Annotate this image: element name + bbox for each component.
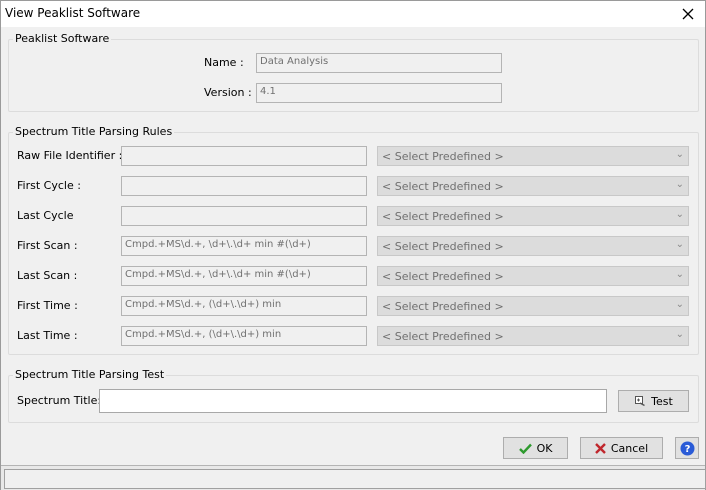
help-icon: ? xyxy=(680,441,694,455)
rule-select-value: < Select Predefined > xyxy=(382,300,504,313)
rule-select-value: < Select Predefined > xyxy=(382,150,504,163)
rule-field-last-cycle[interactable] xyxy=(121,206,367,226)
status-bar xyxy=(1,465,706,490)
window-title: View Peaklist Software xyxy=(5,6,141,20)
rule-select-first-scan[interactable]: < Select Predefined > ⌄ xyxy=(377,236,689,256)
parsing-test-legend: Spectrum Title Parsing Test xyxy=(13,368,167,381)
rule-field-first-time[interactable]: Cmpd.+MS\d.+, (\d+\.\d+) min xyxy=(121,296,367,316)
checkmark-icon xyxy=(518,443,532,454)
chevron-down-icon: ⌄ xyxy=(675,239,684,250)
rule-field-last-time[interactable]: Cmpd.+MS\d.+, (\d+\.\d+) min xyxy=(121,326,367,346)
rule-select-first-cycle[interactable]: < Select Predefined > ⌄ xyxy=(377,176,689,196)
rule-select-value: < Select Predefined > xyxy=(382,240,504,253)
title-bar: View Peaklist Software xyxy=(1,1,705,27)
cancel-x-icon xyxy=(595,442,606,454)
chevron-down-icon: ⌄ xyxy=(675,269,684,280)
ok-button[interactable]: OK xyxy=(503,437,568,459)
rule-field-last-scan[interactable]: Cmpd.+MS\d.+, \d+\.\d+ min #(\d+) xyxy=(121,266,367,286)
rule-select-last-time[interactable]: < Select Predefined > ⌄ xyxy=(377,326,689,346)
version-label: Version : xyxy=(204,86,252,99)
parsing-rules-legend: Spectrum Title Parsing Rules xyxy=(13,125,175,138)
cancel-button-label: Cancel xyxy=(610,441,649,455)
rule-field-raw-file-identifier[interactable] xyxy=(121,146,367,166)
ok-button-label: OK xyxy=(536,441,553,455)
name-field[interactable]: Data Analysis xyxy=(256,53,502,73)
rule-select-value: < Select Predefined > xyxy=(382,180,504,193)
rule-select-raw-file-identifier[interactable]: < Select Predefined > ⌄ xyxy=(377,146,689,166)
cancel-button[interactable]: Cancel xyxy=(580,437,663,459)
close-icon xyxy=(682,8,694,20)
test-button-label: Test xyxy=(651,394,673,408)
chevron-down-icon: ⌄ xyxy=(675,329,684,340)
rule-field-first-cycle[interactable] xyxy=(121,176,367,196)
help-button[interactable]: ? xyxy=(675,437,699,459)
rule-select-value: < Select Predefined > xyxy=(382,330,504,343)
rule-select-value: < Select Predefined > xyxy=(382,210,504,223)
rule-label-last-scan: Last Scan : xyxy=(17,269,78,282)
close-button[interactable] xyxy=(671,1,705,27)
rule-label-last-cycle: Last Cycle xyxy=(17,209,74,222)
rule-field-first-scan[interactable]: Cmpd.+MS\d.+, \d+\.\d+ min #(\d+) xyxy=(121,236,367,256)
chevron-down-icon: ⌄ xyxy=(675,299,684,310)
rule-select-last-scan[interactable]: < Select Predefined > ⌄ xyxy=(377,266,689,286)
rule-select-value: < Select Predefined > xyxy=(382,270,504,283)
version-field[interactable]: 4.1 xyxy=(256,83,502,103)
rule-select-last-cycle[interactable]: < Select Predefined > ⌄ xyxy=(377,206,689,226)
status-field xyxy=(4,469,706,489)
spectrum-title-input[interactable] xyxy=(99,389,607,413)
rule-label-first-scan: First Scan : xyxy=(17,239,78,252)
chevron-down-icon: ⌄ xyxy=(675,179,684,190)
rule-label-first-cycle: First Cycle : xyxy=(17,179,81,192)
dialog-window: View Peaklist Software Peaklist Software… xyxy=(0,0,706,490)
chevron-down-icon: ⌄ xyxy=(675,209,684,220)
name-label: Name : xyxy=(204,56,244,69)
rule-label-first-time: First Time : xyxy=(17,299,78,312)
rule-label-raw-file-identifier: Raw File Identifier : xyxy=(17,149,123,162)
chevron-down-icon: ⌄ xyxy=(675,149,684,160)
rule-label-last-time: Last Time : xyxy=(17,329,78,342)
test-icon xyxy=(635,396,645,407)
spectrum-title-label: Spectrum Title: xyxy=(17,394,102,407)
test-button[interactable]: Test xyxy=(618,390,689,412)
peaklist-software-legend: Peaklist Software xyxy=(13,32,112,45)
rule-select-first-time[interactable]: < Select Predefined > ⌄ xyxy=(377,296,689,316)
svg-text:?: ? xyxy=(684,444,690,455)
